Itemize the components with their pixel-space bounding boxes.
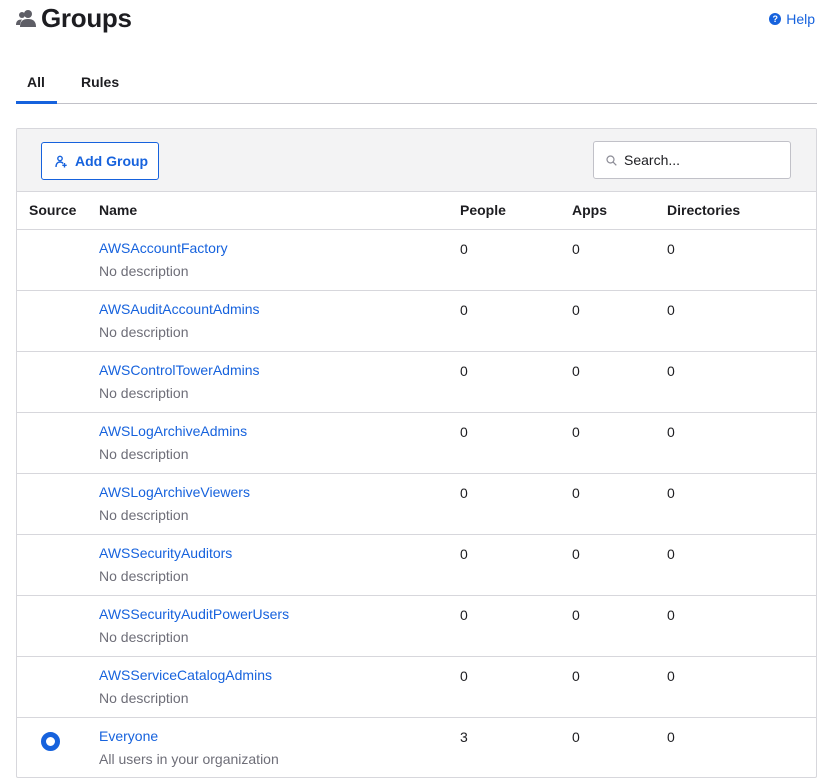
page-title: Groups [41, 3, 132, 33]
okta-ring-icon [41, 731, 60, 751]
add-group-icon [55, 155, 67, 167]
apps-count: 0 [572, 728, 580, 745]
row-source [17, 534, 99, 596]
row-source [17, 290, 99, 352]
group-name-link[interactable]: AWSAuditAccountAdmins [99, 291, 460, 317]
group-name-link[interactable]: Everyone [99, 718, 460, 744]
directories-count: 0 [667, 301, 675, 318]
group-name-link[interactable]: AWSControlTowerAdmins [99, 352, 460, 378]
apps-count: 0 [572, 545, 580, 562]
table-row: AWSSecurityAuditors No description 0 0 0 [17, 534, 816, 596]
row-source [17, 595, 99, 657]
apps-count: 0 [572, 301, 580, 318]
add-group-label: Add Group [75, 153, 149, 169]
people-count: 3 [460, 728, 468, 745]
group-description: No description [99, 567, 189, 584]
table-row: AWSLogArchiveAdmins No description 0 0 0 [17, 412, 816, 474]
table-row: AWSAccountFactory No description 0 0 0 [17, 229, 816, 291]
help-icon: ? [769, 13, 782, 25]
group-name-link[interactable]: AWSLogArchiveViewers [99, 474, 460, 500]
table-header-row: Source Name People Apps Directories [17, 192, 816, 230]
directories-count: 0 [667, 606, 675, 623]
help-link[interactable]: ? Help [769, 11, 815, 27]
row-source [17, 229, 99, 291]
people-count: 0 [460, 667, 468, 684]
table-row: AWSControlTowerAdmins No description 0 0 … [17, 351, 816, 413]
group-description: No description [99, 689, 189, 706]
directories-count: 0 [667, 423, 675, 440]
people-count: 0 [460, 484, 468, 501]
people-count: 0 [460, 301, 468, 318]
people-count: 0 [460, 240, 468, 257]
groups-table: Source Name People Apps Directories AWSA… [17, 192, 816, 777]
table-row: Everyone All users in your organization 3… [17, 717, 816, 777]
people-count: 0 [460, 606, 468, 623]
tab-bar: All Rules [16, 66, 817, 104]
apps-count: 0 [572, 606, 580, 623]
people-count: 0 [460, 423, 468, 440]
group-name-link[interactable]: AWSSecurityAuditPowerUsers [99, 596, 460, 622]
tab-all[interactable]: All [16, 74, 57, 104]
group-name-link[interactable]: AWSLogArchiveAdmins [99, 413, 460, 439]
people-count: 0 [460, 545, 468, 562]
group-description: No description [99, 323, 189, 340]
table-row: AWSServiceCatalogAdmins No description 0 … [17, 656, 816, 718]
groups-panel: Add Group Source Name People Apps Direct… [16, 128, 817, 778]
table-row: AWSAuditAccountAdmins No description 0 0 … [17, 290, 816, 352]
tab-rules[interactable]: Rules [81, 74, 119, 103]
table-row: AWSSecurityAuditPowerUsers No description… [17, 595, 816, 657]
group-description: No description [99, 628, 189, 645]
apps-count: 0 [572, 362, 580, 379]
group-description: No description [99, 384, 189, 401]
row-source [17, 656, 99, 718]
search-box[interactable] [593, 141, 791, 179]
column-header-name[interactable]: Name [99, 192, 460, 230]
search-input[interactable] [624, 152, 774, 168]
apps-count: 0 [572, 240, 580, 257]
page-header: Groups ? Help [0, 0, 819, 40]
directories-count: 0 [667, 484, 675, 501]
directories-count: 0 [667, 728, 675, 745]
row-source [17, 473, 99, 535]
group-name-link[interactable]: AWSServiceCatalogAdmins [99, 657, 460, 683]
help-label: Help [786, 11, 815, 27]
directories-count: 0 [667, 667, 675, 684]
row-source [17, 717, 99, 777]
column-header-people[interactable]: People [460, 192, 572, 230]
group-name-link[interactable]: AWSAccountFactory [99, 230, 460, 256]
group-description: No description [99, 506, 189, 523]
search-icon [606, 154, 617, 166]
apps-count: 0 [572, 423, 580, 440]
toolbar: Add Group [17, 129, 816, 192]
column-header-directories[interactable]: Directories [667, 192, 816, 230]
groups-icon [16, 10, 36, 27]
directories-count: 0 [667, 362, 675, 379]
row-source [17, 351, 99, 413]
row-source [17, 412, 99, 474]
directories-count: 0 [667, 545, 675, 562]
column-header-apps[interactable]: Apps [572, 192, 667, 230]
apps-count: 0 [572, 484, 580, 501]
apps-count: 0 [572, 667, 580, 684]
column-header-source[interactable]: Source [17, 192, 99, 230]
group-description: No description [99, 445, 189, 462]
people-count: 0 [460, 362, 468, 379]
group-description: No description [99, 262, 189, 279]
table-row: AWSLogArchiveViewers No description 0 0 0 [17, 473, 816, 535]
directories-count: 0 [667, 240, 675, 257]
group-name-link[interactable]: AWSSecurityAuditors [99, 535, 460, 561]
add-group-button[interactable]: Add Group [41, 142, 159, 180]
group-description: All users in your organization [99, 750, 279, 767]
